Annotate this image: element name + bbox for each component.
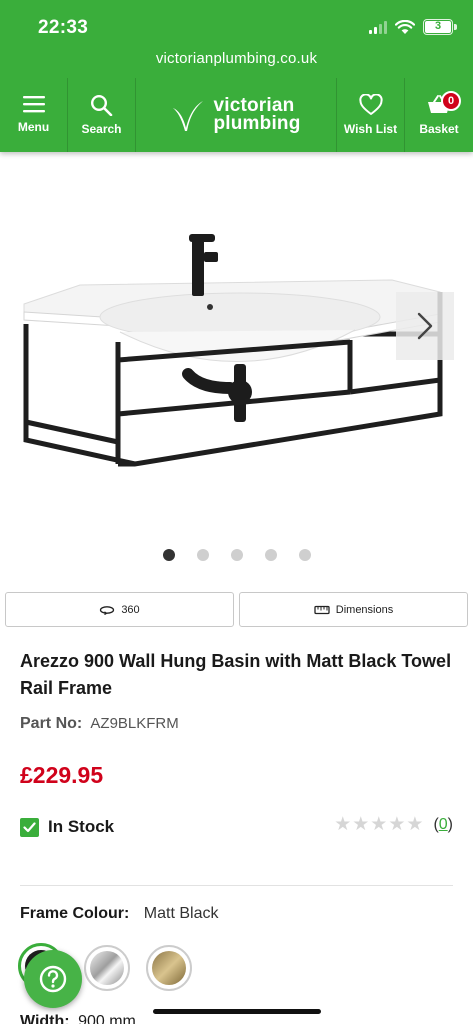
menu-label: Menu [17, 120, 50, 134]
width-value: 900 mm [78, 1013, 136, 1024]
basket-count-badge: 0 [441, 91, 461, 111]
swatch-fill [152, 951, 186, 985]
view-360-label: 360 [121, 603, 140, 616]
cellular-signal-icon [369, 20, 387, 34]
status-icons: 3 [369, 19, 457, 35]
battery-level: 3 [425, 21, 451, 33]
part-number-row: Part No: AZ9BLKFRM [20, 715, 179, 733]
swatch-chrome[interactable] [84, 945, 130, 991]
stock-status-label: In Stock [48, 817, 115, 836]
main-nav: Menu Search victorian plumbing Wish List… [0, 78, 473, 152]
rating-stars: ★ ★ ★ ★ ★ [334, 815, 423, 835]
battery-icon: 3 [423, 19, 457, 35]
gallery-dot[interactable] [298, 549, 311, 561]
search-button[interactable]: Search [68, 78, 135, 152]
review-count-link[interactable]: (0) [433, 816, 453, 834]
url-bar[interactable]: victorianplumbing.co.uk [0, 50, 473, 67]
gallery-dot[interactable] [230, 549, 243, 561]
status-bar: 22:33 3 [0, 0, 473, 48]
wishlist-button[interactable]: Wish List [337, 78, 404, 152]
star-icon: ★ [388, 814, 406, 835]
width-row: Width: 900 mm [20, 1013, 136, 1024]
status-time: 22:33 [38, 17, 89, 38]
search-label: Search [81, 122, 122, 136]
search-icon [90, 94, 112, 116]
part-number-label: Part No: [20, 715, 83, 732]
wifi-icon [395, 19, 415, 34]
product-title: Arezzo 900 Wall Hung Basin with Matt Bla… [20, 651, 452, 698]
star-icon: ★ [334, 814, 352, 835]
question-mark-icon [39, 965, 67, 993]
view-360-button[interactable]: 360 [5, 592, 234, 627]
gallery-dot[interactable] [264, 549, 277, 561]
stock-status: In Stock [20, 817, 114, 837]
star-icon: ★ [352, 814, 370, 835]
frame-colour-value: Matt Black [143, 905, 219, 922]
dimensions-button[interactable]: Dimensions [239, 592, 468, 627]
home-indicator [153, 1009, 321, 1014]
frame-colour-row: Frame Colour: Matt Black [20, 905, 218, 923]
menu-button[interactable]: Menu [0, 78, 67, 152]
section-divider [20, 885, 453, 886]
review-count: 0 [438, 816, 448, 833]
heart-icon [358, 94, 383, 115]
chevron-right-icon [417, 312, 433, 340]
star-icon: ★ [370, 814, 388, 835]
wishlist-label: Wish List [343, 122, 398, 136]
width-label: Width: [20, 1013, 70, 1024]
frame-colour-label: Frame Colour: [20, 905, 130, 922]
site-header: 22:33 3 victorianplumbing.co.uk Menu Sea… [0, 0, 473, 152]
brand-logo-icon [173, 101, 204, 131]
home-logo-link[interactable]: victorian plumbing [136, 78, 336, 152]
hamburger-icon [22, 96, 45, 113]
logo-line-2: plumbing [213, 113, 301, 134]
dimensions-label: Dimensions [335, 603, 394, 616]
next-image-button[interactable] [396, 292, 454, 360]
basket-button[interactable]: 0 Basket [405, 78, 473, 152]
ruler-icon [314, 605, 330, 614]
swatch-fill [90, 951, 124, 985]
gallery-dot[interactable] [196, 549, 209, 561]
gallery-dot[interactable] [162, 549, 175, 561]
basket-label: Basket [419, 122, 459, 136]
gallery-pagination [0, 549, 473, 561]
swatch-brushed-brass[interactable] [146, 945, 192, 991]
checkmark-icon [20, 817, 39, 837]
brand-wordmark: victorian plumbing [213, 96, 301, 134]
review-count-close: ) [447, 816, 453, 833]
product-price: £229.95 [20, 762, 104, 788]
part-number-value: AZ9BLKFRM [90, 715, 179, 732]
product-rating[interactable]: ★ ★ ★ ★ ★ (0) [334, 815, 453, 835]
help-button[interactable] [24, 950, 82, 1008]
star-icon: ★ [406, 814, 424, 835]
rotate-360-icon [100, 605, 115, 615]
view-buttons: 360 Dimensions [5, 592, 468, 627]
